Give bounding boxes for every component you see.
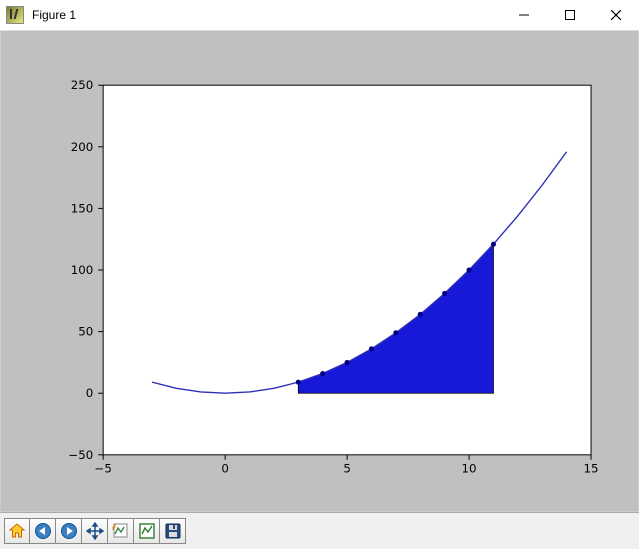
titlebar: Figure 1 (0, 0, 639, 31)
save-icon (164, 522, 182, 540)
y-tick-label: 100 (71, 263, 94, 277)
maximize-button[interactable] (547, 0, 593, 30)
sample-point (369, 346, 374, 351)
configure-icon (138, 522, 156, 540)
sample-point (345, 360, 350, 365)
zoom-button[interactable] (108, 518, 134, 544)
home-button[interactable] (4, 518, 30, 544)
y-tick-label: 200 (71, 140, 94, 154)
y-tick-label: 150 (71, 201, 94, 215)
save-button[interactable] (160, 518, 186, 544)
y-tick-label: 0 (86, 386, 94, 400)
back-button[interactable] (30, 518, 56, 544)
sample-point (491, 242, 496, 247)
home-icon (8, 522, 26, 540)
forward-button[interactable] (56, 518, 82, 544)
x-tick-label: 5 (343, 462, 351, 476)
sample-point (467, 267, 472, 272)
y-tick-label: 50 (78, 325, 93, 339)
pan-button[interactable] (82, 518, 108, 544)
pan-icon (86, 522, 104, 540)
close-icon (611, 10, 621, 20)
y-tick-label: 250 (71, 78, 94, 92)
axes-box (103, 85, 591, 455)
sample-point (320, 371, 325, 376)
x-tick-label: 10 (462, 462, 477, 476)
forward-icon (60, 522, 78, 540)
y-tick-label: −50 (68, 448, 93, 462)
configure-button[interactable] (134, 518, 160, 544)
figure-window: Figure 1 −5051015−50050100150200250 (0, 0, 639, 549)
app-icon (6, 6, 24, 24)
window-title: Figure 1 (32, 8, 76, 22)
x-tick-label: 15 (584, 462, 599, 476)
maximize-icon (565, 10, 575, 20)
sample-point (418, 312, 423, 317)
plot-canvas[interactable]: −5051015−50050100150200250 (0, 31, 639, 512)
back-icon (34, 522, 52, 540)
minimize-button[interactable] (501, 0, 547, 30)
zoom-icon (112, 522, 130, 540)
minimize-icon (519, 10, 529, 20)
sample-point (296, 380, 301, 385)
x-tick-label: 0 (221, 462, 229, 476)
plot-svg: −5051015−50050100150200250 (1, 31, 638, 511)
sample-point (393, 330, 398, 335)
x-tick-label: −5 (94, 462, 111, 476)
sample-point (442, 291, 447, 296)
navigation-toolbar (0, 512, 639, 549)
close-button[interactable] (593, 0, 639, 30)
